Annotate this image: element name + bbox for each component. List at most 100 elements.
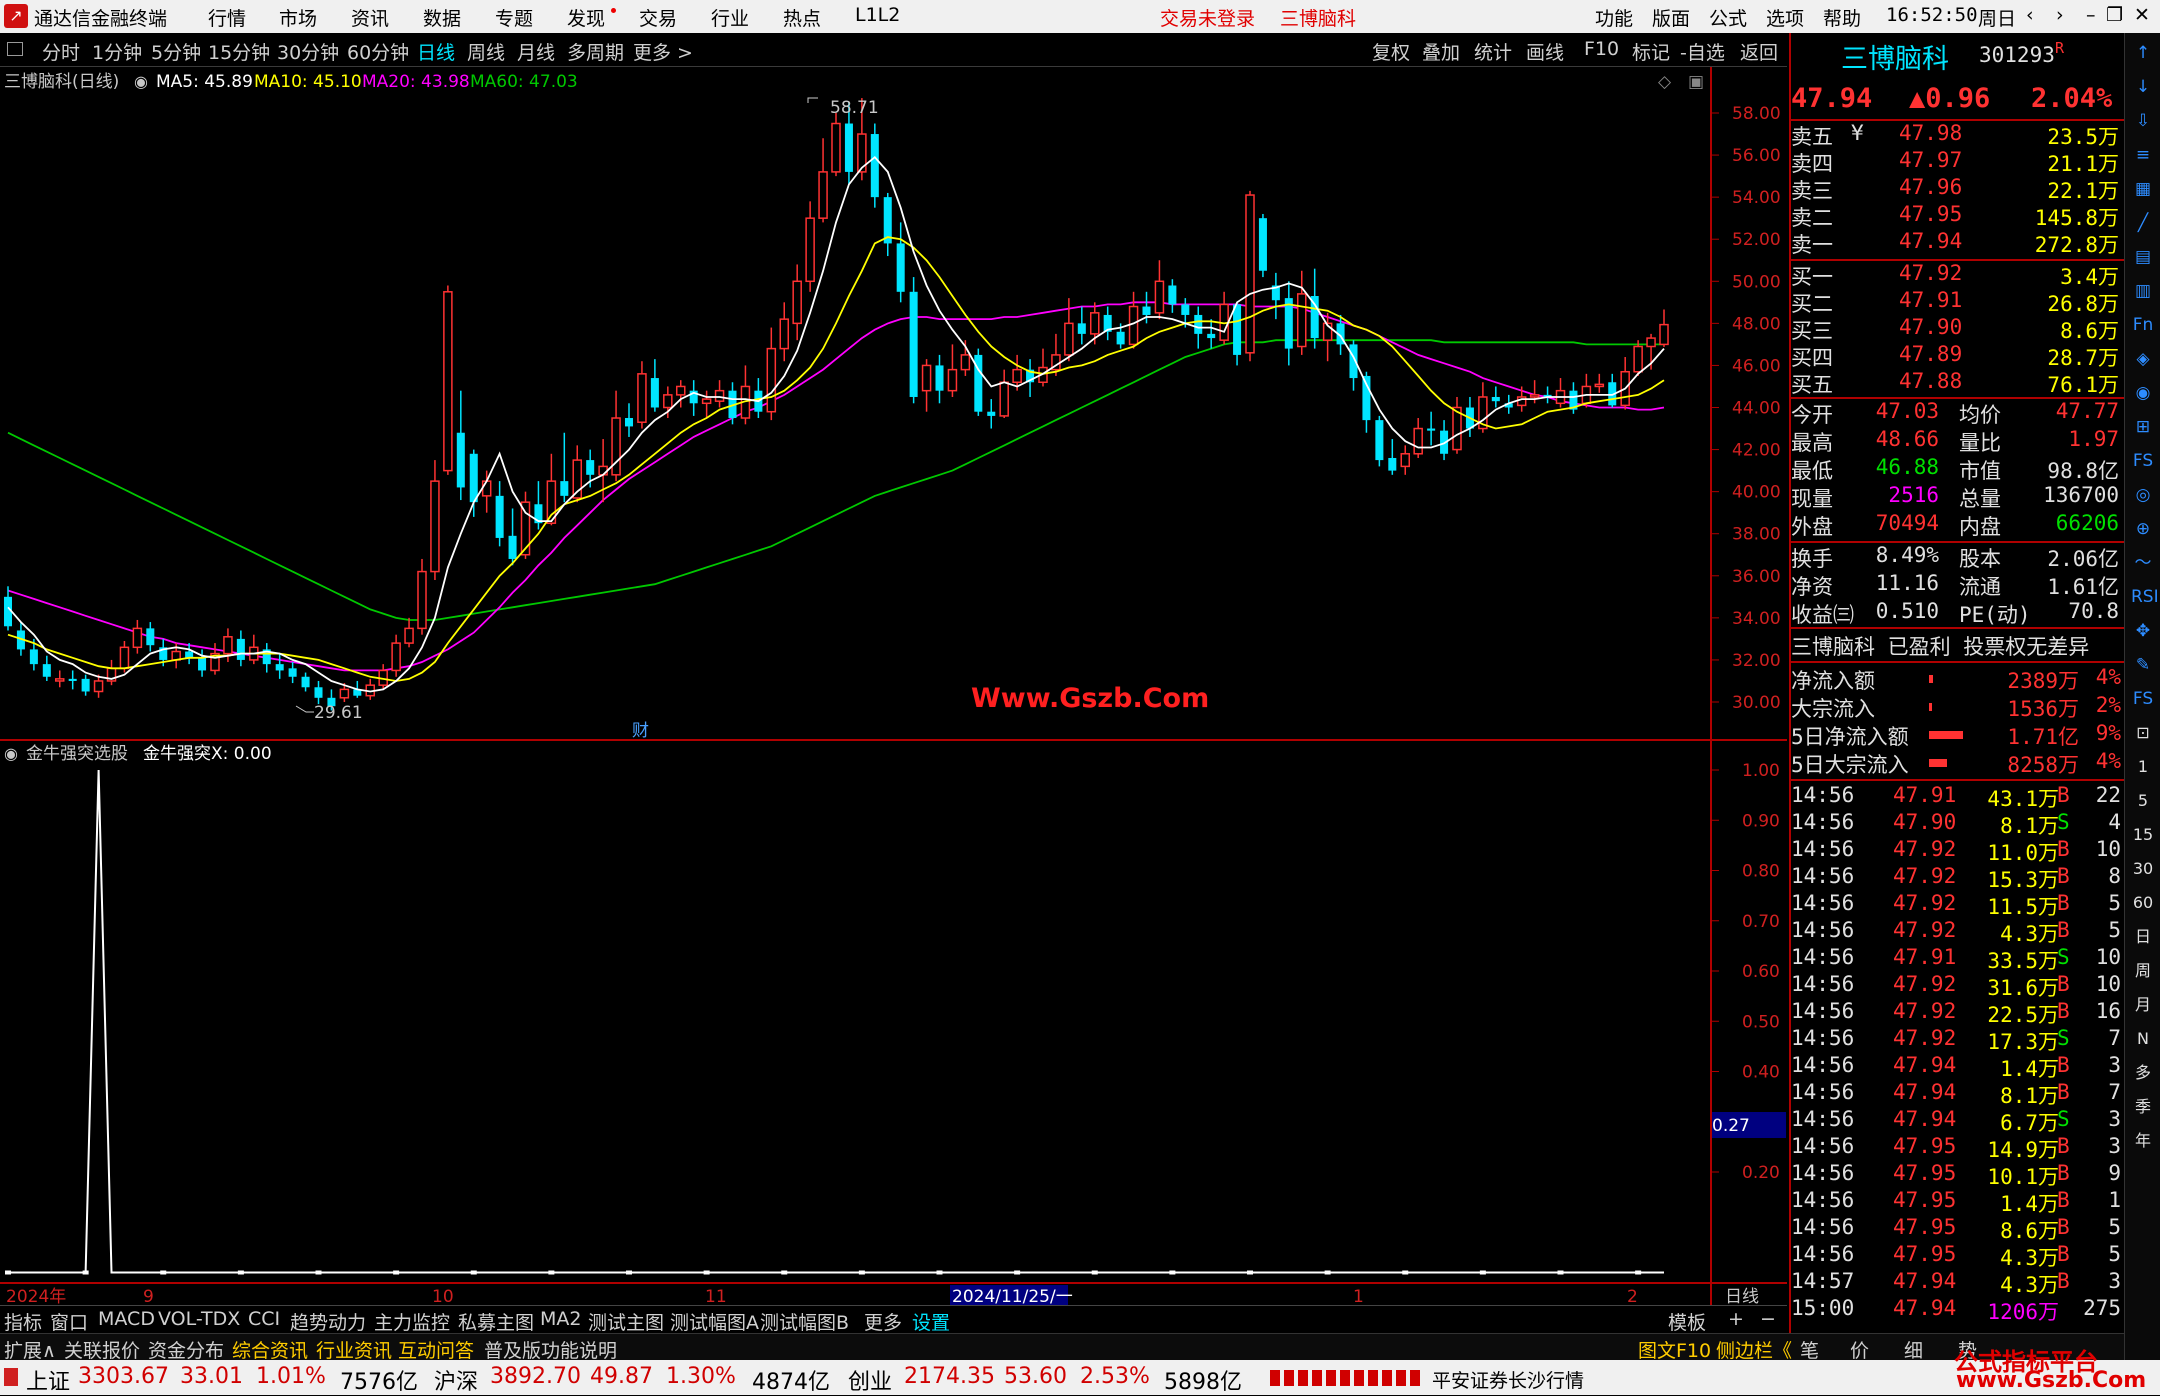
menu-zhuanti[interactable]: 专题 — [495, 4, 533, 31]
menu-banmian[interactable]: 版面 — [1652, 4, 1690, 31]
sh-name[interactable]: 上证 — [26, 1364, 70, 1396]
minimize-icon[interactable]: – — [2086, 4, 2096, 26]
bottom-tab-2[interactable]: 资金分布 — [148, 1336, 224, 1363]
tool-icon-22[interactable]: 5 — [2131, 789, 2155, 813]
btn-biaoji[interactable]: 标记 — [1632, 38, 1670, 65]
ask-row[interactable]: 卖二 47.95 145.8万 — [1789, 202, 2124, 230]
menu-gongneng[interactable]: 功能 — [1595, 4, 1633, 31]
bottom-tab-right-0[interactable]: 图文F10 — [1638, 1336, 1711, 1363]
bid-row[interactable]: 买三 47.90 8.6万 — [1789, 315, 2124, 343]
tool-icon-24[interactable]: 30 — [2131, 857, 2155, 881]
panel-toggle-icon[interactable] — [7, 42, 23, 56]
flow-row[interactable]: 大宗流入 1536万 2% — [1789, 693, 2124, 721]
ask-row[interactable]: 卖五 ¥47.98 23.5万 — [1789, 121, 2124, 149]
menu-jiaoyi[interactable]: 交易 — [639, 4, 677, 31]
tab-0[interactable]: 指标 — [4, 1308, 42, 1335]
bottom-tab-4[interactable]: 行业资讯 — [316, 1336, 392, 1363]
diamond-icon[interactable]: ◇ — [1658, 72, 1672, 92]
trade-row[interactable]: 14:56 47.92 11.5万 B 5 — [1789, 891, 2124, 919]
trade-row[interactable]: 14:56 47.92 31.6万 B 10 — [1789, 972, 2124, 1000]
period-15min[interactable]: 15分钟 — [208, 38, 270, 65]
tool-icon-28[interactable]: 月 — [2131, 993, 2155, 1017]
restore-icon[interactable]: ❐ — [2106, 4, 2123, 26]
menu-shuju[interactable]: 数据 — [423, 4, 461, 31]
hs-name[interactable]: 沪深 — [434, 1364, 478, 1396]
tab-5[interactable]: 趋势动力 — [290, 1308, 366, 1335]
ask-row[interactable]: 卖三 47.96 22.1万 — [1789, 175, 2124, 203]
bottom-tab-3[interactable]: 综合资讯 — [232, 1336, 308, 1363]
tool-icon-0[interactable]: ↑ — [2131, 41, 2155, 65]
tool-icon-31[interactable]: 季 — [2131, 1095, 2155, 1119]
menu-xuanxiang[interactable]: 选项 — [1766, 4, 1804, 31]
trade-row[interactable]: 14:57 47.94 4.3万 B 3 — [1789, 1269, 2124, 1297]
flow-row[interactable]: 5日大宗流入 8258万 4% — [1789, 749, 2124, 777]
period-more[interactable]: 更多 > — [633, 38, 693, 65]
tool-icon-1[interactable]: ↓ — [2131, 75, 2155, 99]
trade-row[interactable]: 14:56 47.94 6.7万 S 3 — [1789, 1107, 2124, 1135]
trade-row[interactable]: 14:56 47.91 33.5万 S 10 — [1789, 945, 2124, 973]
bid-row[interactable]: 买一 47.92 3.4万 — [1789, 261, 2124, 289]
tool-icon-20[interactable]: ⊡ — [2131, 721, 2155, 745]
tab-8[interactable]: MA2 — [540, 1308, 581, 1330]
stat-row[interactable]: 外盘 70494 内盘 66206 — [1789, 511, 2124, 539]
period-fenshi[interactable]: 分时 — [42, 38, 80, 65]
bid-row[interactable]: 买五 47.88 76.1万 — [1789, 369, 2124, 397]
tab-10[interactable]: 测试幅图A — [670, 1308, 759, 1335]
tool-icon-23[interactable]: 15 — [2131, 823, 2155, 847]
tool-icon-15[interactable]: 〜 — [2131, 551, 2155, 575]
trade-row[interactable]: 14:56 47.91 43.1万 B 22 — [1789, 783, 2124, 811]
stat-row[interactable]: 收益㈢ 0.510 PE(动) 70.8 — [1789, 599, 2124, 627]
tool-icon-12[interactable]: FS — [2131, 449, 2155, 473]
tab-2[interactable]: MACD — [98, 1308, 155, 1330]
stat-row[interactable]: 换手 8.49% 股本 2.06亿 — [1789, 543, 2124, 571]
concept-tags[interactable]: 三博脑科 已盈利 投票权无差异 — [1789, 631, 2124, 659]
tab-right-0[interactable]: 模板 — [1668, 1308, 1706, 1335]
menu-l1l2[interactable]: L1L2 — [855, 4, 900, 26]
period-weekly[interactable]: 周线 — [467, 38, 505, 65]
tab-4[interactable]: CCI — [248, 1308, 280, 1330]
period-1min[interactable]: 1分钟 — [92, 38, 142, 65]
trade-row[interactable]: 14:56 47.94 8.1万 B 7 — [1789, 1080, 2124, 1108]
bottom-tab-1[interactable]: 关联报价 — [64, 1336, 140, 1363]
tool-icon-16[interactable]: RSI — [2131, 585, 2159, 609]
tool-icon-7[interactable]: ▥ — [2131, 279, 2155, 303]
tab-right-1[interactable]: + — [1728, 1308, 1744, 1330]
stat-row[interactable]: 现量 2516 总量 136700 — [1789, 483, 2124, 511]
btn-zixuan[interactable]: -自选 — [1680, 38, 1725, 65]
stat-row[interactable]: 最高 48.66 量比 1.97 — [1789, 427, 2124, 455]
tab-12[interactable]: 更多 — [864, 1308, 902, 1335]
tab-9[interactable]: 测试主图 — [588, 1308, 664, 1335]
tool-icon-13[interactable]: ◎ — [2131, 483, 2155, 507]
tool-icon-29[interactable]: N — [2131, 1027, 2155, 1051]
menu-gongshi[interactable]: 公式 — [1709, 4, 1747, 31]
btn-diejia[interactable]: 叠加 — [1422, 38, 1460, 65]
period-multi[interactable]: 多周期 — [567, 38, 624, 65]
btn-fanhui[interactable]: 返回 — [1740, 38, 1778, 65]
trade-row[interactable]: 14:56 47.92 15.3万 B 8 — [1789, 864, 2124, 892]
btn-tongji[interactable]: 统计 — [1474, 38, 1512, 65]
menu-hangye[interactable]: 行业 — [711, 4, 749, 31]
ask-row[interactable]: 卖一 47.94 272.8万 — [1789, 229, 2124, 257]
bottom-tab-right-1[interactable]: 侧边栏《 — [1716, 1336, 1792, 1363]
menu-shichang[interactable]: 市场 — [279, 4, 317, 31]
tab-1[interactable]: 窗口 — [50, 1308, 88, 1335]
tool-icon-9[interactable]: ◈ — [2131, 347, 2155, 371]
btn-f10[interactable]: F10 — [1584, 38, 1619, 60]
tool-icon-14[interactable]: ⊕ — [2131, 517, 2155, 541]
menu-redian[interactable]: 热点 — [783, 4, 821, 31]
tab-13[interactable]: 设置 — [912, 1308, 950, 1335]
tool-icon-6[interactable]: ▤ — [2131, 245, 2155, 269]
bottom-tab-5[interactable]: 互动问答 — [398, 1336, 474, 1363]
tool-icon-32[interactable]: 年 — [2131, 1129, 2155, 1153]
menu-faxian[interactable]: 发现 — [567, 4, 605, 31]
trade-row[interactable]: 14:56 47.92 4.3万 B 5 — [1789, 918, 2124, 946]
trade-row[interactable]: 14:56 47.92 17.3万 S 7 — [1789, 1026, 2124, 1054]
tab-11[interactable]: 测试幅图B — [760, 1308, 849, 1335]
trade-row[interactable]: 14:56 47.92 11.0万 B 10 — [1789, 837, 2124, 865]
tab-right-2[interactable]: − — [1760, 1308, 1776, 1330]
trade-row[interactable]: 14:56 47.90 8.1万 S 4 — [1789, 810, 2124, 838]
settings-icon[interactable]: ◉ — [134, 72, 148, 91]
stat-row[interactable]: 净资 11.16 流通 1.61亿 — [1789, 571, 2124, 599]
flow-row[interactable]: 净流入额 2389万 4% — [1789, 665, 2124, 693]
indicator-collapse-icon[interactable]: ◉ — [4, 744, 18, 763]
